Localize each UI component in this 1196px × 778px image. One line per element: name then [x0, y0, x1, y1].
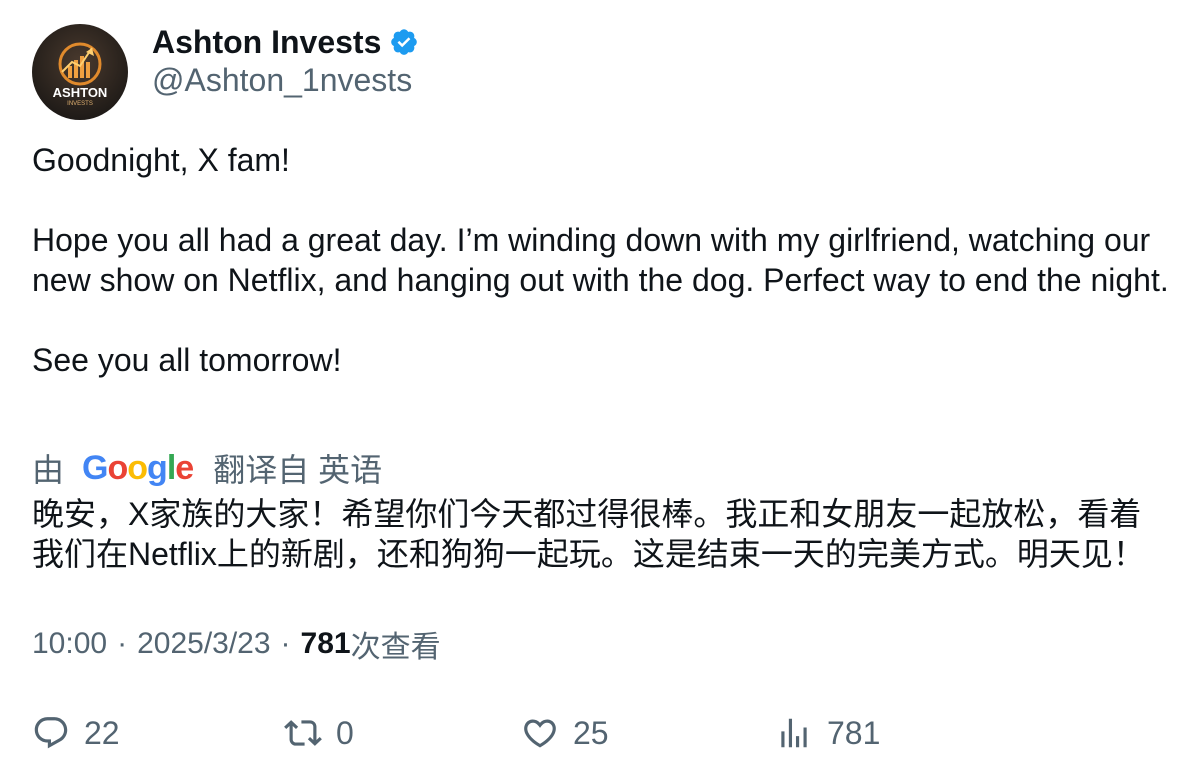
google-logo[interactable]: Google	[82, 449, 194, 488]
verified-badge-icon[interactable]	[389, 27, 419, 57]
author-handle[interactable]: @Ashton_1nvests	[152, 62, 412, 99]
avatar-logo-text: ASHTON	[53, 85, 108, 100]
views-action-count: 781	[827, 714, 881, 751]
views-button[interactable]: 781	[775, 708, 880, 758]
reply-button[interactable]: 22	[32, 708, 120, 758]
translated-text: 晚安，X家族的大家！希望你们今天都过得很棒。我正和女朋友一起放松，看着我们在Ne…	[32, 496, 1145, 572]
tweet-meta: 10:00 · 2025/3/23 · 781 次查看	[32, 622, 441, 666]
repost-icon	[284, 720, 322, 746]
analytics-icon	[781, 718, 807, 748]
reply-icon	[34, 717, 68, 749]
translation-attribution: 由 Google 翻译自 英语	[32, 446, 382, 490]
tweet-paragraph: Goodnight, X fam!	[32, 142, 290, 178]
meta-separator: ·	[117, 627, 128, 660]
views-label: 次查看	[350, 631, 441, 664]
like-count: 25	[573, 714, 609, 751]
repost-count: 0	[336, 714, 354, 751]
like-button[interactable]: 25	[521, 708, 609, 758]
tweet-date[interactable]: 2025/3/23	[137, 627, 270, 661]
repost-button[interactable]: 0	[284, 708, 354, 758]
views-count: 781	[300, 627, 351, 660]
translation-source-language: 翻译自 英语	[213, 452, 383, 488]
tweet-paragraph: Hope you all had a great day. I’m windin…	[32, 222, 1169, 298]
heart-icon	[524, 719, 556, 748]
reply-count: 22	[84, 714, 120, 751]
tweet-paragraph: See you all tomorrow!	[32, 342, 342, 378]
author-display-name[interactable]: Ashton Invests	[152, 24, 381, 61]
tweet-time[interactable]: 10:00	[32, 627, 107, 661]
avatar-logo-subtext: INVESTS	[67, 101, 93, 107]
translation-prefix: 由	[32, 452, 65, 488]
action-bar: 22 0 25 781	[0, 708, 1196, 758]
tweet-text: Goodnight, X fam! Hope you all had a gre…	[32, 140, 1172, 380]
avatar[interactable]: ASHTON INVESTS	[32, 24, 128, 120]
meta-separator: ·	[280, 627, 291, 660]
author-name-row: Ashton Invests	[152, 22, 419, 62]
